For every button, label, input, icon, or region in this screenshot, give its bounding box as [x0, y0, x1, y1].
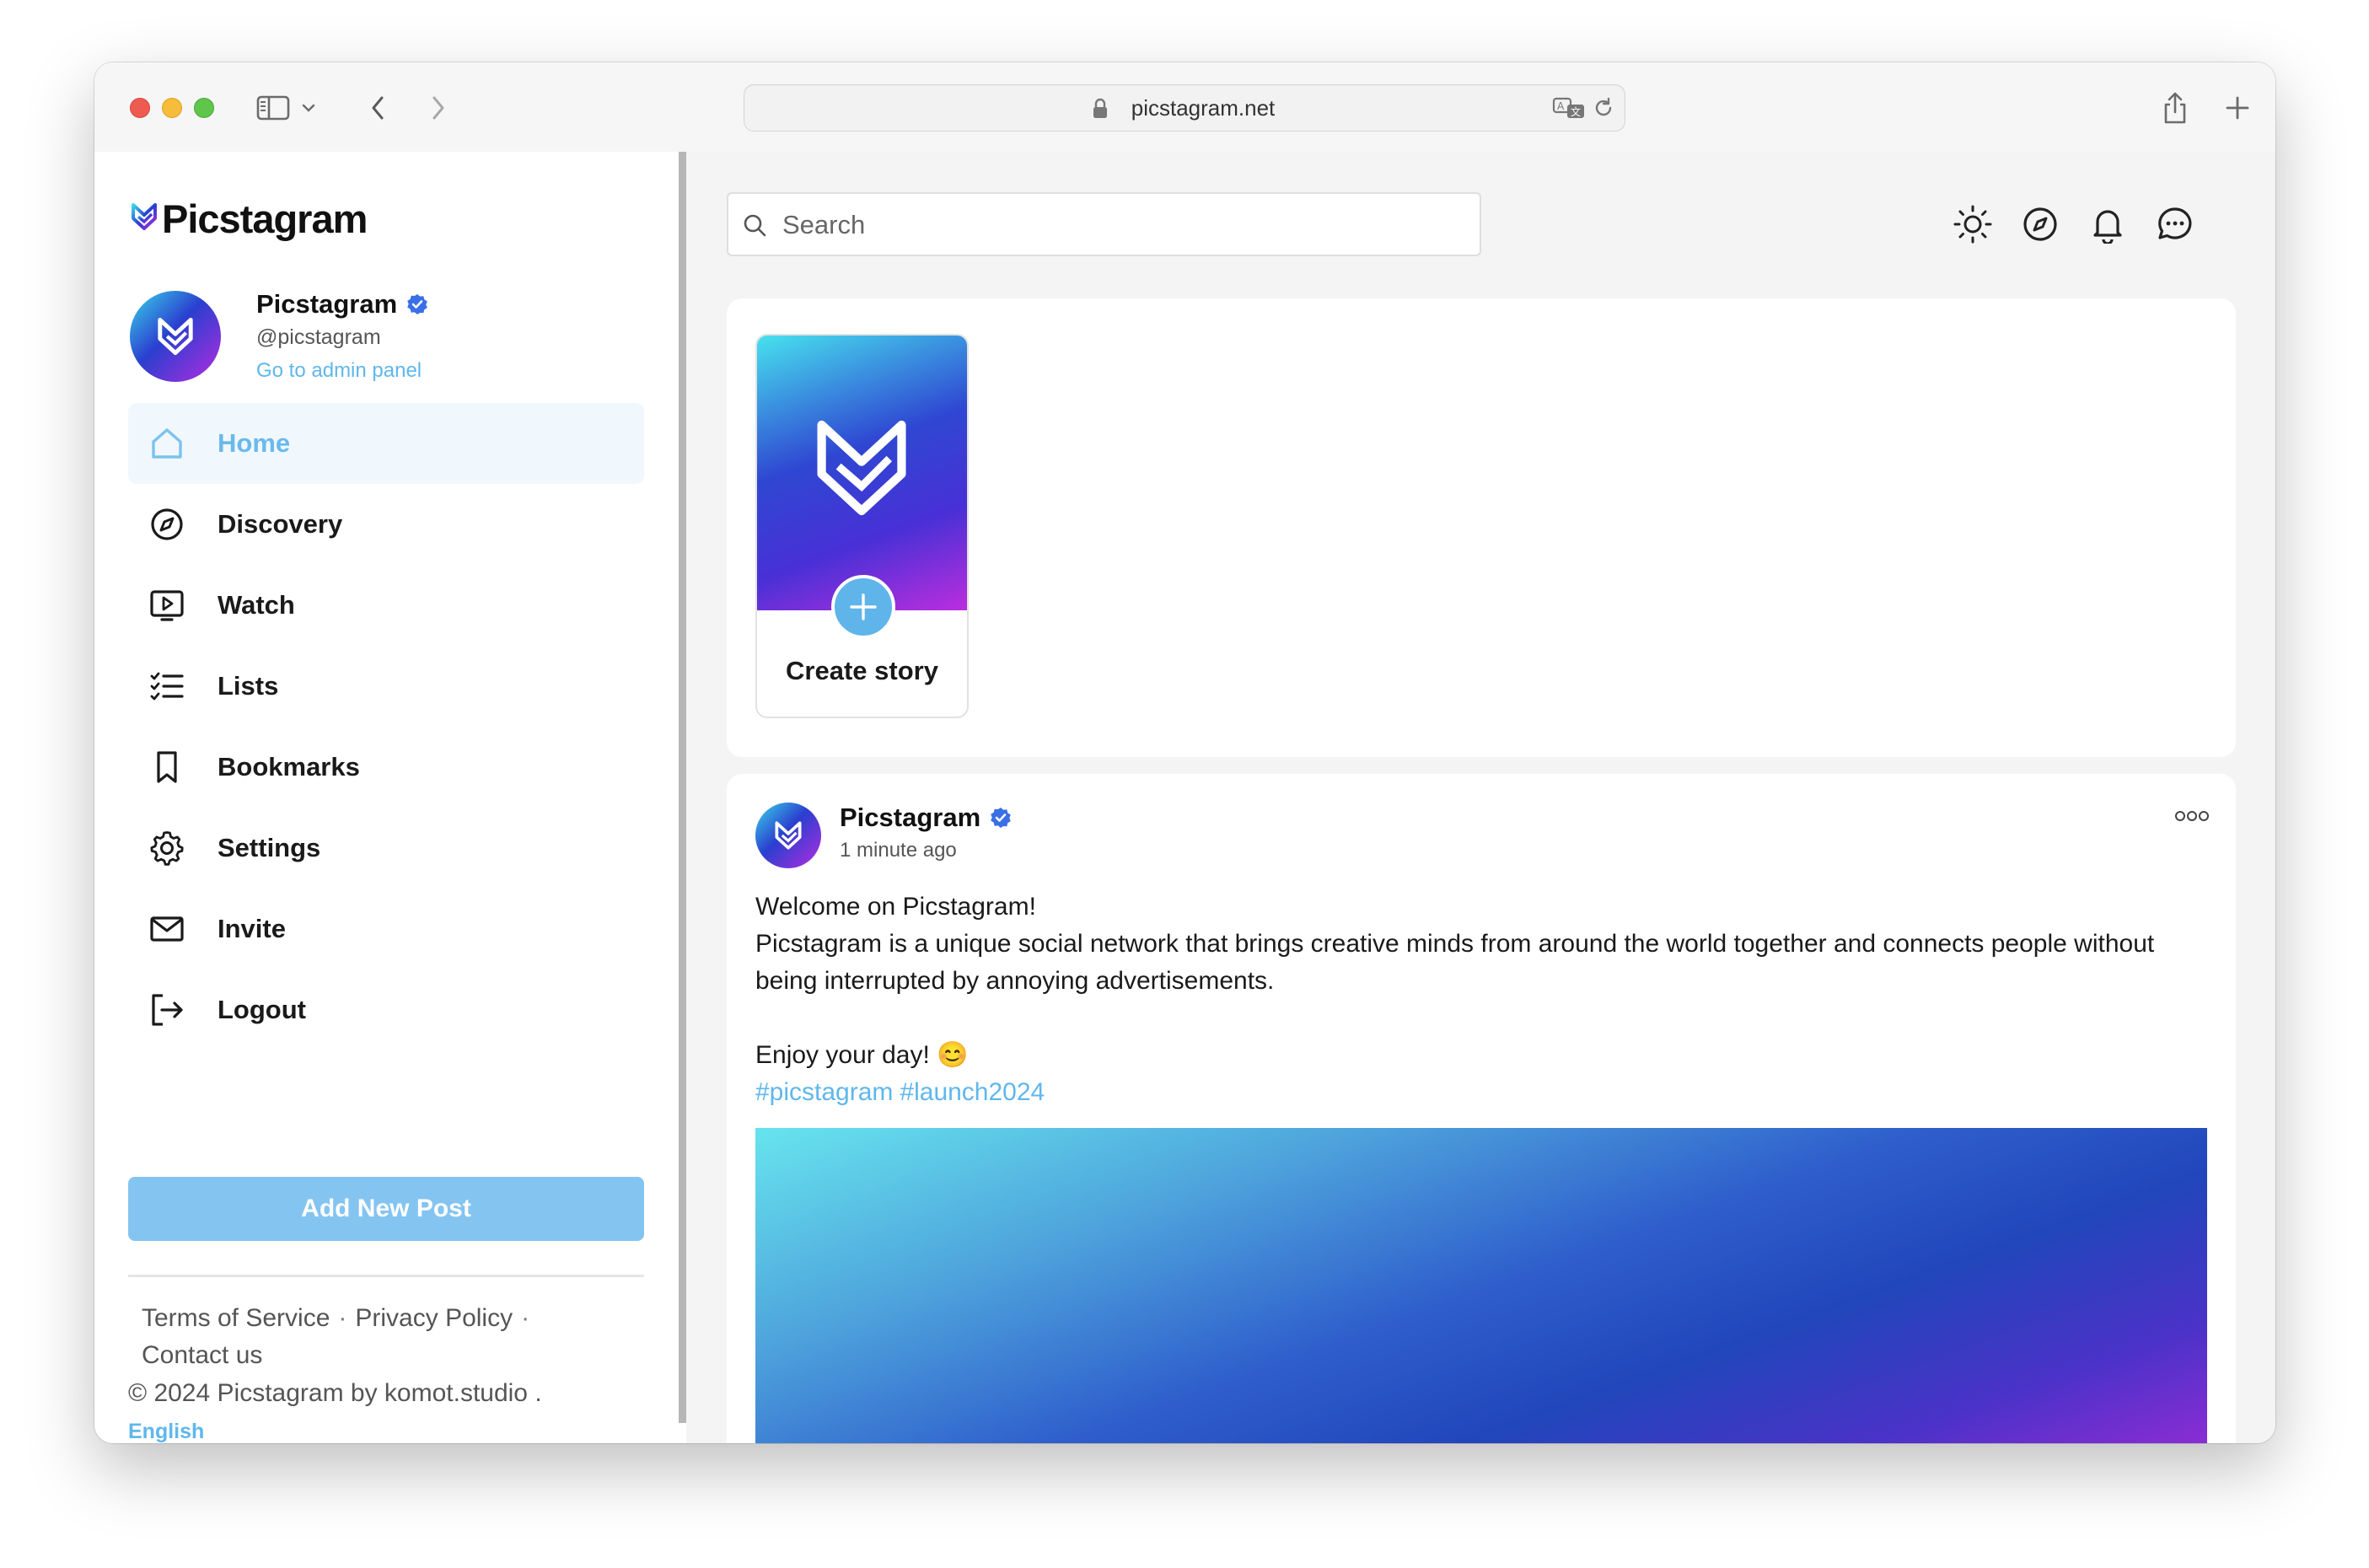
sidebar-item-bookmarks[interactable]: Bookmarks	[128, 727, 644, 808]
sidebar-item-watch[interactable]: Watch	[128, 565, 644, 646]
zoom-window-button[interactable]	[194, 98, 214, 118]
sidebar: Picstagram Picstagram @picstagram Go to …	[94, 152, 680, 1443]
url-text: picstagram.net	[1131, 95, 1276, 121]
forward-icon[interactable]	[422, 91, 455, 125]
browser-window: picstagram.net A文 Picstagram Picstagram …	[94, 62, 2275, 1443]
terms-link[interactable]: Terms of Service	[142, 1304, 330, 1332]
logo[interactable]: Picstagram	[130, 196, 368, 242]
sidebar-item-label: Invite	[218, 914, 286, 943]
post-text-line: Enjoy your day! 😊	[755, 1041, 969, 1069]
avatar[interactable]	[130, 291, 221, 382]
sidebar-item-discovery[interactable]: Discovery	[128, 484, 644, 565]
profile-name-text: Picstagram	[256, 289, 398, 319]
minimize-window-button[interactable]	[162, 98, 182, 118]
back-icon[interactable]	[361, 91, 395, 125]
plus-icon[interactable]	[831, 575, 895, 639]
logo-text: Picstagram	[162, 196, 368, 241]
logo-mark-icon	[130, 200, 158, 238]
sidebar-item-label: Home	[218, 428, 291, 458]
copyright-text: © 2024 Picstagram by komot.studio .	[128, 1379, 542, 1407]
verified-badge-icon	[406, 293, 429, 316]
sidebar-item-label: Bookmarks	[218, 752, 360, 781]
sidebar-item-lists[interactable]: Lists	[128, 646, 644, 727]
svg-text:文: 文	[1571, 105, 1581, 118]
chevron-down-icon[interactable]	[298, 91, 319, 125]
create-story-card[interactable]: Create story	[755, 334, 969, 718]
footer-links: Terms of Service · Privacy Policy · Contact…	[142, 1300, 614, 1374]
more-options-icon[interactable]	[2175, 806, 2209, 826]
compass-icon	[147, 504, 187, 545]
sidebar-item-label: Settings	[218, 833, 321, 862]
post-timestamp: 1 minute ago	[840, 839, 957, 862]
stories-card: Create story	[727, 298, 2236, 757]
create-story-label: Create story	[786, 656, 938, 685]
sidebar-item-home[interactable]: Home	[128, 403, 644, 484]
search-input[interactable]	[781, 194, 1458, 256]
main-content: Create story Picstagram 1 minute ago Wel…	[686, 152, 2275, 1443]
gear-icon	[147, 828, 187, 868]
chat-icon[interactable]	[2155, 204, 2195, 244]
sun-icon[interactable]	[1953, 204, 1993, 244]
sidebar-toggle-icon[interactable]	[256, 91, 290, 125]
search-box[interactable]	[727, 192, 1481, 256]
sidebar-item-logout[interactable]: Logout	[128, 969, 644, 1050]
post-image[interactable]	[755, 1128, 2207, 1443]
post-author[interactable]: Picstagram	[840, 803, 1013, 833]
close-window-button[interactable]	[130, 98, 150, 118]
separator-dot: ·	[521, 1304, 530, 1332]
story-image	[757, 336, 967, 610]
sidebar-item-label: Lists	[218, 671, 279, 701]
profile-handle: @picstagram	[256, 325, 381, 349]
hashtag-link[interactable]: #picstagram	[755, 1078, 893, 1106]
translate-icon[interactable]: A文	[1552, 96, 1587, 126]
sidebar-nav: Home Discovery Watch Lists Bookmarks Set…	[128, 403, 644, 1050]
mail-icon	[147, 909, 187, 949]
browser-titlebar: picstagram.net A文	[94, 62, 2275, 153]
profile-name[interactable]: Picstagram	[256, 289, 429, 320]
privacy-link[interactable]: Privacy Policy	[355, 1304, 513, 1332]
video-icon	[147, 585, 187, 626]
post-card: Picstagram 1 minute ago Welcome on Picst…	[727, 774, 2236, 1443]
post-hashtags: #picstagram #launch2024	[755, 1074, 2205, 1111]
admin-panel-link[interactable]: Go to admin panel	[256, 359, 422, 383]
compass-icon[interactable]	[2020, 204, 2060, 244]
home-icon	[147, 423, 187, 464]
contact-link[interactable]: Contact us	[142, 1341, 262, 1369]
language-selector[interactable]: English	[128, 1420, 204, 1443]
separator-dot: ·	[338, 1304, 347, 1332]
search-icon	[742, 212, 767, 242]
bookmark-icon	[147, 747, 187, 787]
divider	[128, 1275, 644, 1277]
post-body: Welcome on Picstagram! Picstagram is a u…	[755, 889, 2205, 1111]
post-text-line: Welcome on Picstagram!	[755, 893, 1036, 921]
post-author-name: Picstagram	[840, 803, 981, 832]
reload-icon[interactable]	[1592, 96, 1615, 124]
sidebar-resize-handle[interactable]	[679, 152, 686, 1423]
add-new-post-button[interactable]: Add New Post	[128, 1177, 644, 1241]
sidebar-item-invite[interactable]: Invite	[128, 889, 644, 969]
verified-badge-icon	[989, 806, 1013, 830]
sidebar-item-label: Discovery	[218, 509, 343, 539]
avatar[interactable]	[755, 803, 821, 868]
sidebar-item-label: Logout	[218, 995, 307, 1024]
hashtag-link[interactable]: #launch2024	[900, 1078, 1045, 1106]
logout-icon	[147, 990, 187, 1030]
post-text-line	[755, 1000, 2205, 1037]
bell-icon[interactable]	[2087, 204, 2128, 244]
checklist-icon	[147, 666, 187, 706]
post-text-line: Picstagram is a unique social network th…	[755, 930, 2155, 995]
new-tab-icon[interactable]	[2221, 91, 2254, 125]
sidebar-item-settings[interactable]: Settings	[128, 808, 644, 889]
sidebar-item-label: Watch	[218, 590, 295, 620]
share-icon[interactable]	[2158, 91, 2192, 125]
svg-text:A: A	[1557, 100, 1565, 112]
address-bar[interactable]: picstagram.net A文	[744, 84, 1625, 132]
